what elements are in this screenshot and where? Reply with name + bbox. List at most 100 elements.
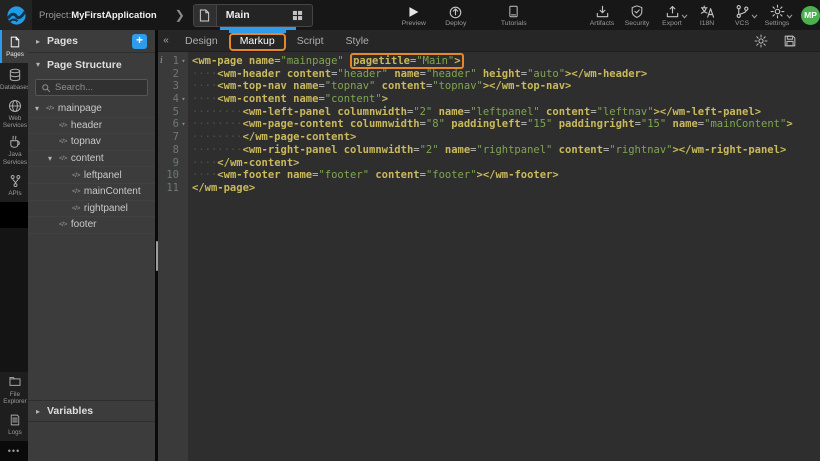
pages-panel-header[interactable]: ▸ Pages +	[28, 30, 155, 53]
page-tab-main[interactable]: Main	[193, 4, 313, 27]
code-text[interactable]: <wm-page name="mainpage" pagetitle="Main…	[188, 55, 464, 68]
caret-right-icon: ▸	[36, 37, 47, 46]
collapse-panel-icon[interactable]: «	[158, 35, 174, 46]
line-number: 9	[165, 157, 179, 170]
code-text[interactable]: ········</wm-page-content>	[188, 131, 356, 144]
sidebar-item-pages[interactable]: Pages	[0, 30, 28, 63]
tree-item-label: leftpanel	[84, 170, 122, 181]
markup-editor[interactable]: i1▾<wm-page name="mainpage" pagetitle="M…	[158, 52, 820, 461]
code-line[interactable]: 6▾········<wm-page-content columnwidth="…	[158, 118, 820, 131]
fold-spacer	[179, 182, 188, 195]
line-gutter: 11	[158, 182, 188, 195]
tree-item-maincontent[interactable]: </>mainContent	[28, 184, 155, 201]
security-icon	[630, 4, 644, 19]
code-line[interactable]: 11</wm-page>	[158, 182, 820, 195]
tree-item-topnav[interactable]: </>topnav	[28, 134, 155, 151]
topbar-action-settings[interactable]: Settings	[764, 4, 790, 27]
sidebar-gap	[0, 202, 28, 228]
code-text[interactable]: ········<wm-left-panel columnwidth="2" n…	[188, 106, 761, 119]
fold-arrow-icon[interactable]: ▾	[179, 93, 188, 106]
tree-item-rightpanel[interactable]: </>rightpanel	[28, 201, 155, 218]
topbar-action-export[interactable]: Export	[659, 4, 685, 27]
code-text[interactable]: ····</wm-content>	[188, 157, 299, 170]
topbar-action-deploy[interactable]: Deploy	[443, 4, 469, 27]
sidebar-item-databases[interactable]: Databases	[0, 63, 28, 96]
line-number: 1	[165, 55, 179, 68]
caret-down-icon[interactable]: ▾	[48, 154, 59, 163]
code-line[interactable]: 7········</wm-page-content>	[158, 131, 820, 144]
topbar-action-tutorials[interactable]: Tutorials	[501, 4, 527, 27]
search-icon	[41, 83, 51, 93]
line-gutter: 10	[158, 169, 188, 182]
gear-icon[interactable]	[754, 34, 768, 48]
code-line[interactable]: 10····<wm-footer name="footer" content="…	[158, 169, 820, 182]
java-services-icon	[8, 135, 22, 149]
tab-style[interactable]: Style	[335, 30, 380, 52]
info-spacer	[158, 68, 165, 81]
code-text[interactable]: </wm-page>	[188, 182, 255, 195]
code-text[interactable]: ········<wm-page-content columnwidth="8"…	[188, 118, 793, 131]
topbar-action-i18n[interactable]: I18N	[694, 4, 720, 27]
tree-item-leftpanel[interactable]: </>leftpanel	[28, 167, 155, 184]
caret-down-icon[interactable]: ▾	[35, 104, 46, 113]
code-line[interactable]: 5········<wm-left-panel columnwidth="2" …	[158, 106, 820, 119]
sidebar-item-apis[interactable]: APIs	[0, 169, 28, 202]
wavemaker-logo-icon	[6, 5, 27, 26]
tree-item-mainpage[interactable]: ▾</>mainpage	[28, 101, 155, 118]
widget-code-icon: </>	[59, 122, 67, 129]
sidebar-top-group: PagesDatabasesWeb Services Java Services A…	[0, 30, 28, 202]
editor-area: « DesignMarkupScriptStyle i1▾<wm-page na…	[158, 30, 820, 461]
code-line[interactable]: 8········<wm-right-panel columnwidth="2"…	[158, 144, 820, 157]
save-icon[interactable]	[783, 34, 797, 48]
topbar-action-artifacts[interactable]: Artifacts	[589, 4, 615, 27]
code-text[interactable]: ····<wm-footer name="footer" content="fo…	[188, 169, 559, 182]
code-text[interactable]: ····<wm-top-nav name="topnav" content="t…	[188, 80, 571, 93]
more-icon[interactable]: •••	[0, 441, 28, 461]
tab-script[interactable]: Script	[286, 30, 335, 52]
tree-item-header[interactable]: </>header	[28, 118, 155, 135]
page-file-icon	[194, 5, 217, 26]
topbar-action-vcs[interactable]: VCS	[729, 4, 755, 27]
sidebar-item-java-services[interactable]: Java Services	[0, 132, 28, 168]
sidebar-item-label: Java Services	[2, 151, 28, 165]
search-input[interactable]	[55, 82, 142, 93]
fold-arrow-icon[interactable]: ▾	[179, 55, 188, 68]
tab-markup[interactable]: Markup	[229, 30, 286, 52]
topbar-action-label: Deploy	[445, 20, 466, 27]
sidebar-item-web-services[interactable]: Web Services	[0, 96, 28, 132]
breadcrumb-chevron-icon: ❯	[175, 8, 185, 22]
code-text[interactable]: ····<wm-content name="content">	[188, 93, 388, 106]
code-line[interactable]: 2····<wm-header content="header" name="h…	[158, 68, 820, 81]
page-structure-header[interactable]: ▾ Page Structure	[28, 53, 155, 76]
line-number: 3	[165, 80, 179, 93]
tree-item-content[interactable]: ▾</>content	[28, 151, 155, 168]
code-line[interactable]: 4▾····<wm-content name="content">	[158, 93, 820, 106]
tree-item-footer[interactable]: </>footer	[28, 217, 155, 234]
chevron-down-icon	[751, 14, 758, 19]
top-bar: Project:MyFirstApplication ❯ Main Previe…	[0, 0, 820, 30]
sidebar-item-file-explorer[interactable]: File Explorer	[0, 372, 28, 408]
fold-spacer	[179, 131, 188, 144]
tab-design[interactable]: Design	[174, 30, 229, 52]
code-text[interactable]: ····<wm-header content="header" name="he…	[188, 68, 647, 81]
i18n-icon	[700, 4, 715, 19]
variables-header[interactable]: ▸ Variables	[28, 400, 155, 422]
sidebar-item-logs[interactable]: Logs	[0, 408, 28, 441]
topbar-left-actions: Preview Deploy Tutorials	[401, 4, 527, 27]
add-page-button[interactable]: +	[132, 34, 147, 49]
line-gutter: i1▾	[158, 55, 188, 68]
code-line[interactable]: 9 ····</wm-content>	[158, 157, 820, 170]
code-text[interactable]: ········<wm-right-panel columnwidth="2" …	[188, 144, 786, 157]
fold-arrow-icon[interactable]: ▾	[179, 118, 188, 131]
wavemaker-logo[interactable]	[0, 0, 32, 30]
grid-icon[interactable]	[292, 10, 312, 21]
topbar-action-security[interactable]: Security	[624, 4, 650, 27]
widget-code-icon: </>	[46, 105, 54, 112]
avatar[interactable]: MP	[801, 6, 820, 25]
code-line[interactable]: 3 ····<wm-top-nav name="topnav" content="…	[158, 80, 820, 93]
topbar-action-preview[interactable]: Preview	[401, 4, 427, 27]
code-line[interactable]: i1▾<wm-page name="mainpage" pagetitle="M…	[158, 55, 820, 68]
widget-code-icon: </>	[59, 221, 67, 228]
editor-tab-actions	[754, 34, 820, 48]
search-box	[35, 79, 148, 96]
